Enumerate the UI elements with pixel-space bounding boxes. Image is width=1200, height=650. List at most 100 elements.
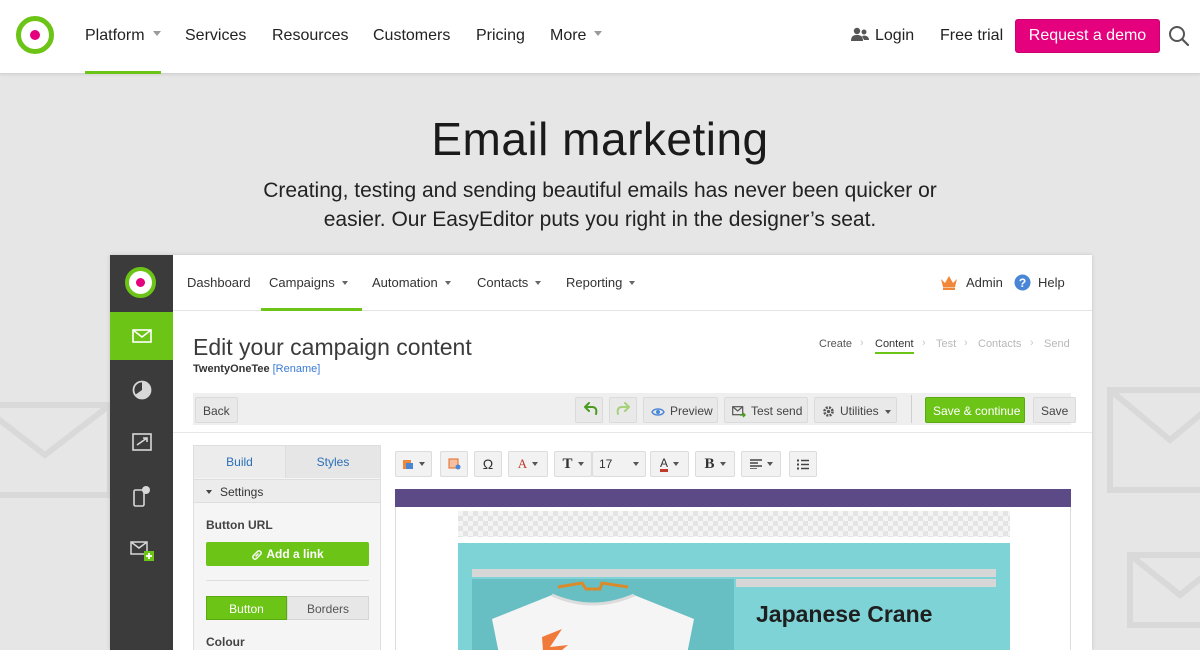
nav-pricing[interactable]: Pricing xyxy=(476,0,525,74)
chevron-down-icon xyxy=(419,462,425,466)
sidebar-item-automation[interactable] xyxy=(110,418,173,466)
envelope-decor-icon xyxy=(1127,552,1200,628)
sidebar-item-reports[interactable] xyxy=(110,366,173,414)
settings-toggle[interactable]: Settings xyxy=(194,479,380,503)
login-link[interactable]: Login xyxy=(851,0,914,74)
free-trial-label: Free trial xyxy=(940,27,1004,44)
tab-styles[interactable]: Styles xyxy=(286,446,380,478)
chevron-down-icon xyxy=(444,280,451,285)
step-create[interactable]: Create xyxy=(819,338,852,350)
step-separator-icon: › xyxy=(922,337,926,349)
step-test[interactable]: Test xyxy=(936,338,956,350)
crown-icon xyxy=(941,276,957,290)
search-icon[interactable] xyxy=(1168,25,1190,47)
caret-down-icon xyxy=(206,489,212,494)
tab-contacts[interactable]: Contacts xyxy=(477,255,542,311)
step-separator-icon: › xyxy=(964,337,968,349)
font-style-button[interactable]: A xyxy=(508,451,548,477)
app-sidebar xyxy=(110,255,173,650)
align-left-icon xyxy=(749,459,762,469)
product-title: Japanese Crane xyxy=(756,601,933,627)
bold-button[interactable]: B xyxy=(695,451,735,477)
chevron-down-icon xyxy=(594,31,603,37)
add-link-label: Add a link xyxy=(266,547,324,561)
hero-subtitle: Creating, testing and sending beautiful … xyxy=(263,179,937,231)
page-title: Edit your campaign content xyxy=(193,334,472,360)
text-color-button[interactable]: A xyxy=(650,451,689,477)
utilities-label: Utilities xyxy=(840,404,879,418)
rename-link[interactable]: [Rename] xyxy=(273,363,321,375)
nav-more[interactable]: More xyxy=(550,0,603,74)
segment-button[interactable]: Button xyxy=(206,596,287,620)
product-image[interactable] xyxy=(472,579,734,650)
back-button[interactable]: Back xyxy=(195,397,238,423)
request-demo-button[interactable]: Request a demo xyxy=(1015,19,1160,53)
nav-customers[interactable]: Customers xyxy=(373,0,450,74)
empty-block-placeholder[interactable] xyxy=(458,511,1010,537)
tab-automation[interactable]: Automation xyxy=(372,255,451,311)
test-send-label: Test send xyxy=(751,404,803,418)
undo-icon xyxy=(584,402,598,415)
sidebar-item-campaigns[interactable] xyxy=(110,312,173,360)
test-send-button[interactable]: Test send xyxy=(724,397,808,423)
nav-label: Platform xyxy=(85,27,145,44)
automation-icon xyxy=(131,433,152,451)
eye-icon xyxy=(651,408,665,416)
utilities-dropdown[interactable]: Utilities xyxy=(814,397,897,423)
nav-label: More xyxy=(550,27,587,44)
merge-field-button[interactable] xyxy=(440,451,468,477)
undo-button[interactable] xyxy=(575,397,603,423)
chevron-down-icon xyxy=(535,280,542,285)
email-icon xyxy=(131,329,152,343)
redo-button[interactable] xyxy=(609,397,637,423)
special-char-button[interactable]: Ω xyxy=(474,451,502,477)
help-icon: ? xyxy=(1014,274,1031,291)
list-icon xyxy=(797,459,809,469)
admin-link[interactable]: Admin xyxy=(966,255,1003,311)
product-block[interactable]: Japanese Crane xyxy=(458,543,1010,650)
paste-icon xyxy=(403,460,413,469)
tab-label: Dashboard xyxy=(187,275,251,290)
tab-reporting[interactable]: Reporting xyxy=(566,255,636,311)
nav-label: Pricing xyxy=(476,27,525,44)
paste-button[interactable] xyxy=(395,451,432,477)
envelope-decor-icon xyxy=(1107,387,1200,493)
tab-build[interactable]: Build xyxy=(194,446,286,478)
save-continue-button[interactable]: Save & continue xyxy=(925,397,1025,423)
step-send[interactable]: Send xyxy=(1044,338,1070,350)
nav-resources[interactable]: Resources xyxy=(272,0,348,74)
tab-campaigns[interactable]: Campaigns xyxy=(261,255,362,311)
tab-label: Automation xyxy=(372,275,438,290)
free-trial-link[interactable]: Free trial xyxy=(940,0,1003,74)
chevron-down-icon xyxy=(577,462,584,466)
list-button[interactable] xyxy=(789,451,817,477)
add-link-button[interactable]: Add a link xyxy=(206,542,369,566)
tab-label: Campaigns xyxy=(269,275,335,290)
save-button[interactable]: Save xyxy=(1033,397,1077,423)
svg-text:?: ? xyxy=(1019,276,1026,290)
sidebar-item-add-email[interactable] xyxy=(110,527,173,575)
tab-dashboard[interactable]: Dashboard xyxy=(187,255,251,311)
align-button[interactable] xyxy=(741,451,781,477)
tab-label: Contacts xyxy=(477,275,529,290)
step-content[interactable]: Content xyxy=(875,338,914,354)
sidebar-item-mobile[interactable] xyxy=(110,472,173,520)
chevron-down-icon xyxy=(341,280,348,285)
step-contacts[interactable]: Contacts xyxy=(978,338,1021,350)
help-link[interactable]: Help xyxy=(1038,255,1065,311)
font-family-button[interactable]: T xyxy=(554,451,592,477)
nav-platform[interactable]: Platform xyxy=(85,0,161,74)
preview-button[interactable]: Preview xyxy=(643,397,718,423)
login-label: Login xyxy=(875,27,915,44)
mobile-icon xyxy=(132,486,150,507)
segment-borders[interactable]: Borders xyxy=(287,596,369,620)
toolbar-divider xyxy=(911,395,912,423)
product-title-block[interactable]: Japanese Crane xyxy=(736,579,996,650)
font-size-select[interactable]: 17 xyxy=(592,451,646,477)
nav-services[interactable]: Services xyxy=(185,0,246,74)
app-topbar: Dashboard Campaigns Automation Contacts … xyxy=(173,255,1092,311)
button-url-label: Button URL xyxy=(206,518,273,532)
brand-logo[interactable] xyxy=(16,16,54,54)
text-color-icon: A xyxy=(659,455,668,472)
app-logo[interactable] xyxy=(125,267,156,298)
